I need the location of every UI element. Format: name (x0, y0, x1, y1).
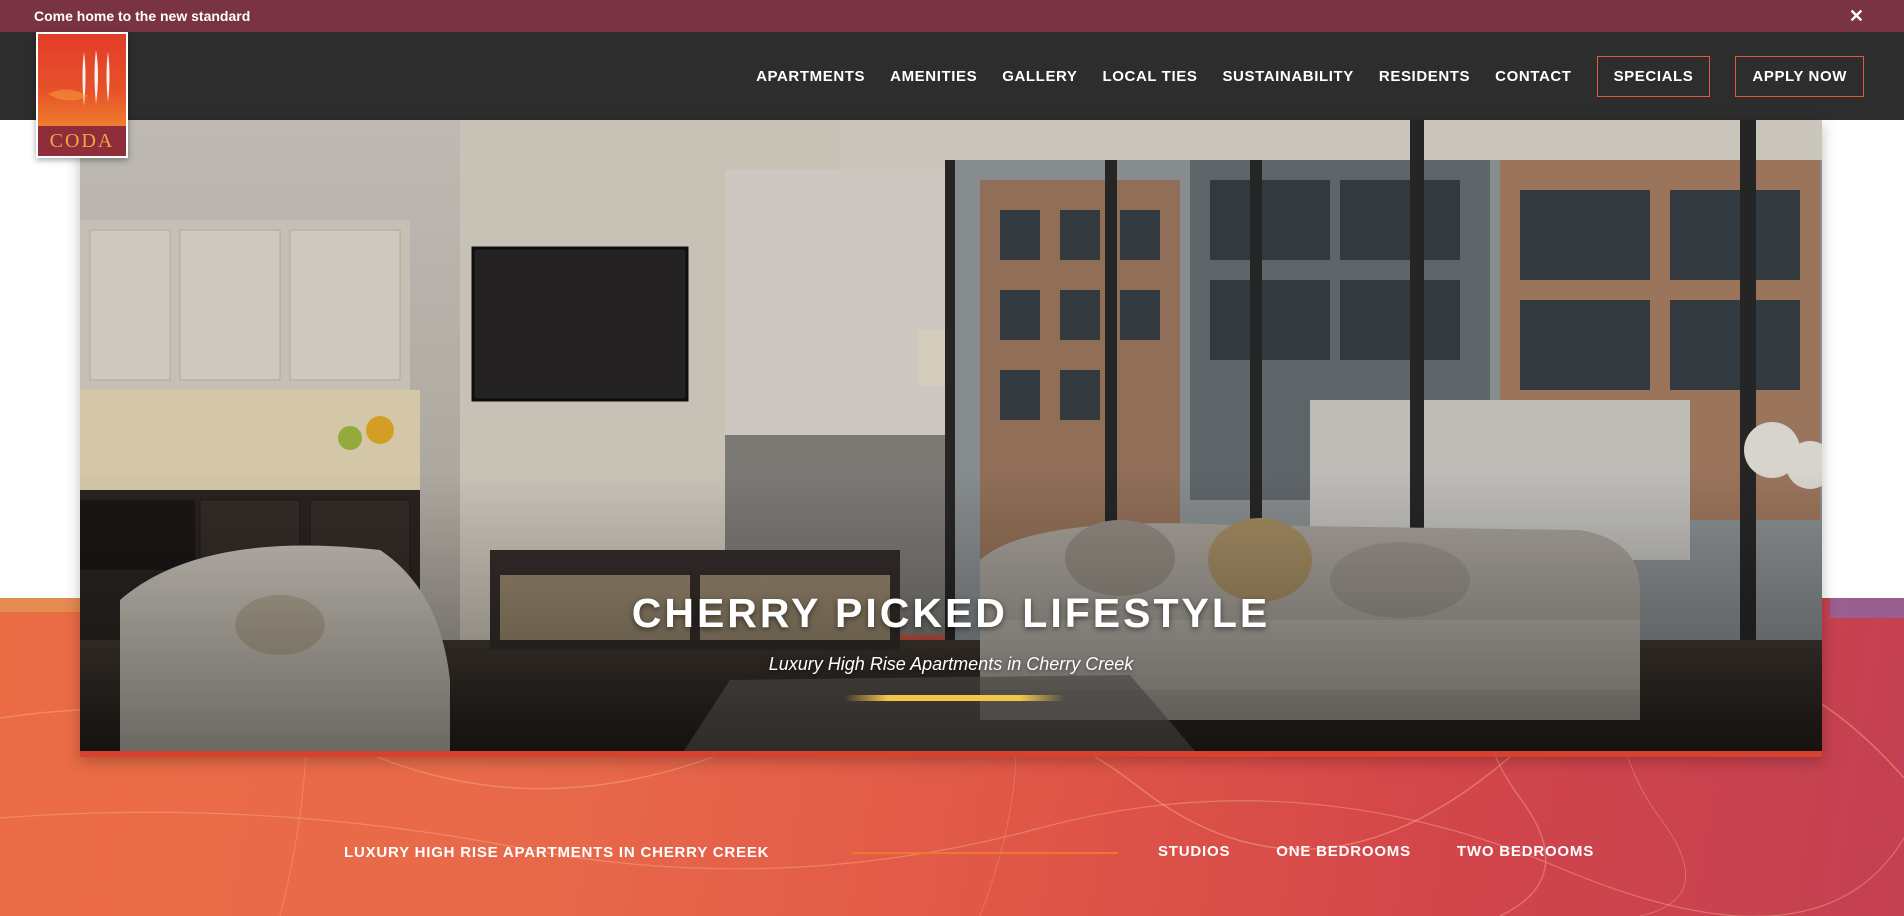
nav-amenities[interactable]: AMENITIES (890, 68, 977, 85)
hero-image: CHERRY PICKED LIFESTYLE Luxury High Rise… (80, 120, 1822, 757)
link-studios[interactable]: STUDIOS (1158, 843, 1230, 860)
nav-apartments[interactable]: APARTMENTS (756, 68, 865, 85)
nav-local-ties[interactable]: LOCAL TIES (1103, 68, 1198, 85)
nav-sustainability[interactable]: SUSTAINABILITY (1222, 68, 1353, 85)
band-divider (852, 852, 1118, 854)
announcement-text: Come home to the new standard (34, 8, 251, 24)
nav-contact[interactable]: CONTACT (1495, 68, 1571, 85)
hero-subtitle: Luxury High Rise Apartments in Cherry Cr… (768, 654, 1134, 674)
band-label: LUXURY HIGH RISE APARTMENTS IN CHERRY CR… (344, 844, 770, 861)
logo-text: CODA (38, 126, 126, 156)
nav-residents[interactable]: RESIDENTS (1379, 68, 1470, 85)
hero-accent-line (844, 695, 1064, 701)
link-one-bedrooms[interactable]: ONE BEDROOMS (1276, 843, 1411, 860)
coda-logo[interactable]: CODA (36, 32, 128, 158)
specials-button[interactable]: SPECIALS (1596, 55, 1711, 97)
announcement-bar: Come home to the new standard ✕ (0, 0, 1904, 32)
apply-now-button[interactable]: APPLY NOW (1735, 55, 1864, 97)
logo-mark-icon (48, 50, 110, 106)
nav-gallery[interactable]: GALLERY (1002, 68, 1077, 85)
unit-type-links: STUDIOS ONE BEDROOMS TWO BEDROOMS (1158, 843, 1640, 860)
main-nav: APARTMENTS AMENITIES GALLERY LOCAL TIES … (731, 32, 1864, 120)
link-two-bedrooms[interactable]: TWO BEDROOMS (1457, 843, 1594, 860)
hero-title: CHERRY PICKED LIFESTYLE (631, 590, 1271, 636)
close-icon[interactable]: ✕ (1849, 7, 1864, 25)
